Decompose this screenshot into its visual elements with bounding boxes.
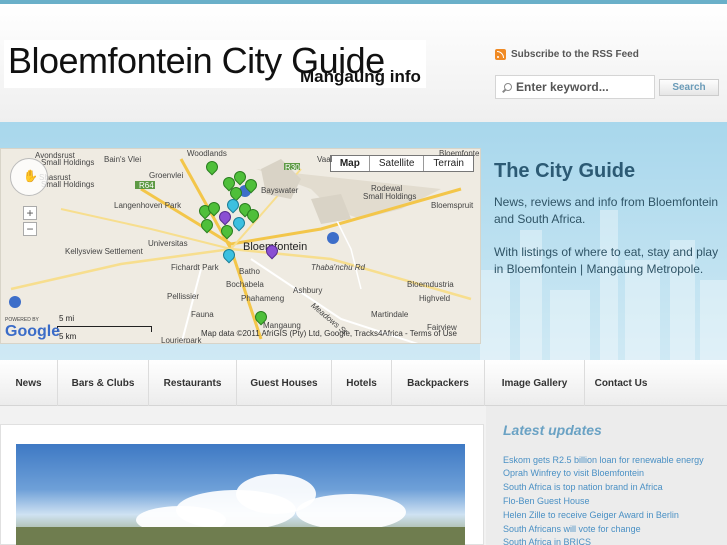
map-label: Small Holdings — [363, 192, 417, 201]
map-label: Langenhoven Park — [114, 201, 182, 210]
map-label: Batho — [239, 267, 260, 276]
featured-photo[interactable] — [16, 444, 465, 545]
update-link[interactable]: South Africa in BRICS — [503, 537, 591, 545]
rss-label: Subscribe to the RSS Feed — [511, 49, 639, 60]
map-label: Bain's Vlei — [104, 155, 142, 164]
map-label: Small Holdings — [41, 158, 95, 167]
nav-item-bars-clubs[interactable]: Bars & Clubs — [58, 360, 149, 406]
map-label: Phahameng — [241, 294, 285, 303]
map-label: Thaba'nchu Rd — [311, 263, 366, 272]
map-label: Universitas — [148, 239, 188, 248]
map-label: R64 — [139, 181, 154, 190]
rss-subscribe-link[interactable]: Subscribe to the RSS Feed — [495, 49, 639, 60]
map-label: Bloemspruit — [431, 201, 474, 210]
update-link[interactable]: South Africa is top nation brand in Afri… — [503, 482, 663, 492]
nav-item-backpackers[interactable]: Backpackers — [392, 360, 485, 406]
map-label: Pellissier — [167, 292, 200, 301]
latest-updates-title: Latest updates — [503, 422, 602, 438]
map-label: Fichardt Park — [171, 263, 219, 272]
map-label: Woodlands — [187, 149, 227, 158]
main-navigation: News Bars & Clubs Restaurants Guest Hous… — [0, 360, 727, 406]
nav-item-restaurants[interactable]: Restaurants — [149, 360, 237, 406]
search-button[interactable]: Search — [659, 79, 719, 96]
map-label: Vaal — [317, 155, 333, 164]
map-label: Small Holdings — [41, 180, 95, 189]
map-label: Fauna — [191, 310, 214, 319]
intro-text-1: News, reviews and info from Bloemfontein… — [494, 195, 719, 226]
search-box[interactable] — [495, 75, 655, 99]
map-label: Highveld — [419, 294, 451, 303]
map-label: Bloemdustria — [407, 280, 454, 289]
map-label: R30 — [285, 163, 300, 172]
map-zoom-out-button[interactable]: − — [23, 222, 37, 236]
intro-text-2: With listings of where to eat, stay and … — [494, 245, 719, 276]
site-subtitle: Mangaung info — [300, 67, 421, 86]
map-credit[interactable]: Map data ©2011 AfriGIS (Pty) Ltd, Google… — [201, 329, 457, 338]
update-link[interactable]: Eskom gets R2.5 billion loan for renewab… — [503, 455, 704, 465]
scale-km: 5 km — [59, 332, 77, 341]
scale-mi: 5 mi — [59, 314, 75, 323]
update-link[interactable]: South Africans will vote for change — [503, 524, 641, 534]
search-icon — [504, 83, 512, 91]
map-label: Ashbury — [293, 286, 323, 295]
map-label: Groenvlei — [149, 171, 184, 180]
map-type-terrain[interactable]: Terrain — [423, 156, 473, 171]
nav-item-guest-houses[interactable]: Guest Houses — [237, 360, 332, 406]
map-type-map[interactable]: Map — [331, 156, 369, 171]
map-label: Bloemfonte — [439, 149, 480, 158]
map-label: Bayswater — [261, 186, 299, 195]
map-pan-control[interactable] — [10, 158, 48, 196]
map-label: Bochabela — [226, 280, 264, 289]
intro-title: The City Guide — [494, 160, 636, 182]
nav-item-hotels[interactable]: Hotels — [332, 360, 392, 406]
google-logo[interactable]: Google — [5, 323, 60, 341]
update-link[interactable]: Oprah Winfrey to visit Bloemfontein — [503, 468, 644, 478]
update-link[interactable]: Flo-Ben Guest House — [503, 496, 590, 506]
city-map[interactable]: Map Satellite Terrain Avondsrust Small H… — [0, 148, 481, 344]
map-label: Lourierpark — [161, 336, 202, 344]
search-input[interactable] — [516, 80, 651, 94]
landscape — [16, 527, 465, 545]
rss-icon — [495, 49, 506, 60]
nav-item-news[interactable]: News — [0, 360, 58, 406]
map-type-satellite[interactable]: Satellite — [368, 156, 424, 171]
update-link[interactable]: Helen Zille to receive Geiger Award in B… — [503, 510, 679, 520]
nav-item-image-gallery[interactable]: Image Gallery — [485, 360, 585, 406]
map-label: Martindale — [371, 310, 409, 319]
nav-item-contact-us[interactable]: Contact Us — [585, 360, 657, 406]
map-zoom-in-button[interactable]: + — [23, 206, 37, 220]
map-label: Kellysview Settlement — [65, 247, 143, 256]
